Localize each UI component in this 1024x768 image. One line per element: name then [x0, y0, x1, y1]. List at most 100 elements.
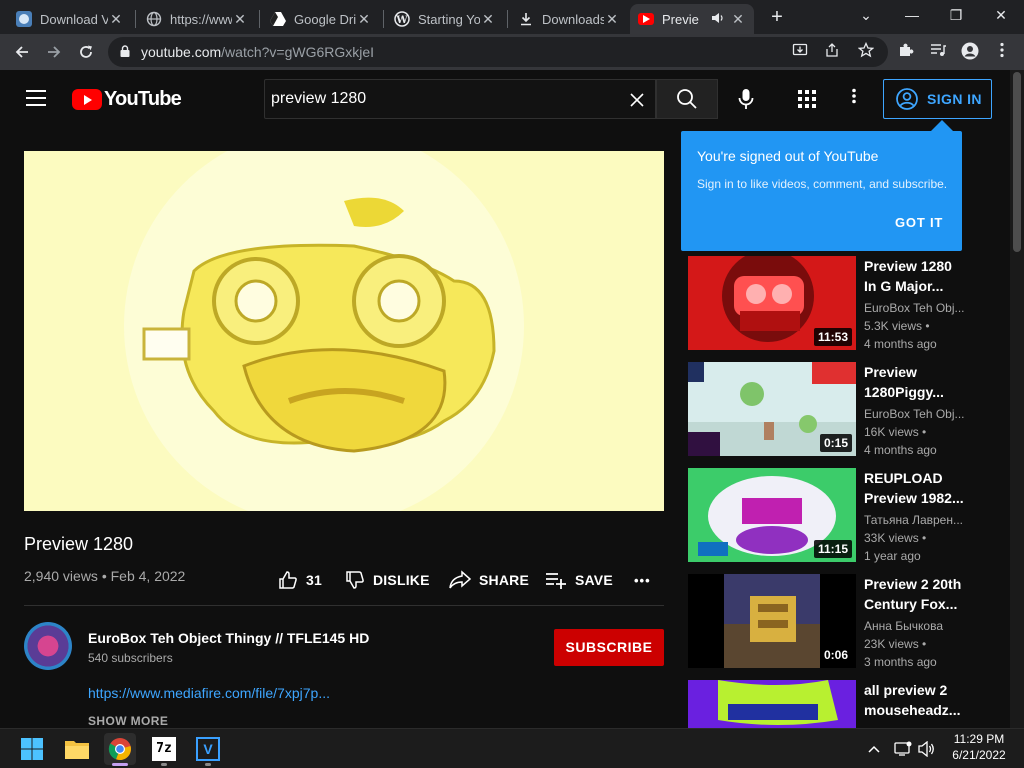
channel-name[interactable]: EuroBox Teh Object Thingy // TFLE145 HD: [88, 630, 369, 646]
video-thumbnail[interactable]: 0:06: [688, 574, 856, 668]
video-thumbnail[interactable]: 0:15: [688, 362, 856, 456]
scrollbar-thumb[interactable]: [1013, 72, 1021, 252]
vscode-icon[interactable]: V: [192, 733, 224, 766]
recommendation-item[interactable]: 0:06 Preview 2 20th Century Fox... Анна …: [688, 574, 1008, 669]
system-clock[interactable]: 11:29 PM 6/21/2022: [944, 731, 1014, 763]
signed-out-tooltip: You're signed out of YouTube Sign in to …: [681, 120, 962, 251]
recommendation-item[interactable]: all preview 2 mouseheadz...: [688, 680, 1008, 728]
page-scrollbar[interactable]: [1010, 70, 1024, 728]
wordpress-icon: W: [394, 11, 410, 27]
close-icon[interactable]: ✕: [232, 11, 248, 28]
sign-in-button[interactable]: SIGN IN: [883, 79, 992, 119]
globe-icon: [146, 11, 162, 27]
show-more-button[interactable]: SHOW MORE: [88, 714, 168, 726]
share-arrow-icon: [449, 570, 471, 589]
dislike-button[interactable]: DISLIKE: [345, 570, 430, 590]
chevron-up-icon[interactable]: [868, 741, 880, 756]
forward-arrow-icon: [48, 46, 61, 58]
network-icon[interactable]: [894, 741, 912, 760]
youtube-logo[interactable]: YouTube: [72, 88, 182, 111]
video-thumbnail[interactable]: 11:53: [688, 256, 856, 350]
video-thumbnail[interactable]: 11:15: [688, 468, 856, 562]
settings-menu-icon[interactable]: [848, 88, 860, 104]
video-player[interactable]: [24, 151, 664, 511]
url-text: youtube.com/watch?v=gWG6RGxkjeI: [141, 44, 375, 60]
share-page-icon[interactable]: [822, 42, 842, 62]
bookmark-star-icon[interactable]: [856, 41, 876, 62]
close-icon[interactable]: ✕: [480, 11, 496, 28]
recommendation-item[interactable]: 11:15 REUPLOAD Preview 1982... Татьяна Л…: [688, 468, 1008, 563]
maximize-button[interactable]: ❐: [933, 0, 979, 30]
media-control-icon[interactable]: [928, 42, 948, 62]
close-icon[interactable]: ✕: [356, 11, 372, 28]
profile-icon[interactable]: [960, 42, 980, 62]
tab-divider: [507, 10, 508, 28]
like-button[interactable]: 31: [278, 570, 322, 590]
windows-taskbar: 7z V 11:29 PM 6/21/2022: [0, 728, 1024, 768]
share-button[interactable]: SHARE: [449, 570, 529, 590]
tab-download[interactable]: Download V ✕: [8, 4, 132, 34]
channel-avatar[interactable]: [24, 622, 72, 670]
chrome-icon[interactable]: [104, 733, 136, 766]
app-indicator: [161, 763, 167, 766]
video-frame-image: [24, 151, 664, 511]
install-app-icon[interactable]: [790, 42, 810, 62]
search-button[interactable]: [656, 79, 718, 119]
close-icon[interactable]: ✕: [730, 11, 746, 28]
youtube-header: YouTube preview 1280 SIGN IN: [0, 70, 1010, 128]
more-actions-button[interactable]: •••: [634, 570, 651, 590]
tab-youtube-active[interactable]: Previe ✕: [630, 4, 754, 34]
tab-divider: [259, 10, 260, 28]
microphone-icon[interactable]: [736, 88, 756, 110]
back-button[interactable]: [8, 38, 36, 66]
tab-https[interactable]: https://www ✕: [138, 4, 256, 34]
description-link[interactable]: https://www.mediafire.com/file/7xpj7p...: [88, 685, 330, 701]
account-icon: [896, 88, 918, 110]
forward-button[interactable]: [40, 38, 68, 66]
start-icon[interactable]: [16, 733, 48, 765]
apps-grid-icon[interactable]: [798, 90, 816, 108]
got-it-button[interactable]: GOT IT: [895, 215, 943, 230]
thumbs-up-icon: [279, 571, 297, 589]
subscriber-count: 540 subscribers: [88, 651, 173, 665]
volume-icon[interactable]: [918, 740, 936, 760]
address-bar[interactable]: youtube.com/watch?v=gWG6RGxkjeI: [108, 37, 888, 67]
recommendation-item[interactable]: 11:53 Preview 1280 In G Major... EuroBox…: [688, 256, 1008, 351]
youtube-play-icon: [72, 89, 102, 110]
browser-menu-icon[interactable]: [992, 42, 1012, 62]
youtube-icon: [638, 13, 654, 25]
close-window-button[interactable]: ✕: [978, 0, 1024, 30]
active-app-indicator: [112, 763, 128, 766]
lock-icon: [120, 45, 130, 57]
subscribe-button[interactable]: SUBSCRIBE: [554, 629, 664, 666]
video-thumbnail[interactable]: [688, 680, 856, 728]
recommendation-item[interactable]: 0:15 Preview 1280Piggy... EuroBox Teh Ob…: [688, 362, 1008, 457]
app-icon: [16, 11, 32, 27]
save-button[interactable]: SAVE: [545, 570, 613, 590]
file-explorer-icon[interactable]: [61, 733, 93, 765]
divider: [24, 605, 664, 606]
clear-search-icon[interactable]: [629, 88, 645, 114]
tooltip-body: Sign in to like videos, comment, and sub…: [697, 177, 948, 191]
tab-divider: [135, 10, 136, 28]
7zip-icon[interactable]: 7z: [148, 733, 180, 766]
tab-google-drive[interactable]: Google Dri ✕: [262, 4, 380, 34]
minimize-button[interactable]: —: [889, 0, 935, 30]
app-indicator: [205, 763, 211, 766]
reload-button[interactable]: [72, 38, 100, 66]
tab-downloads[interactable]: Downloads ✕: [510, 4, 628, 34]
speaker-icon[interactable]: [712, 12, 724, 27]
video-meta: 2,940 views • Feb 4, 2022: [24, 568, 186, 584]
close-icon[interactable]: ✕: [604, 11, 620, 28]
tab-divider: [383, 10, 384, 28]
tab-search-button[interactable]: ⌄: [843, 0, 889, 30]
download-icon: [518, 11, 534, 27]
close-icon[interactable]: ✕: [108, 11, 124, 28]
new-tab-button[interactable]: +: [765, 6, 789, 30]
video-title: Preview 1280: [24, 534, 134, 554]
extensions-puzzle-icon[interactable]: [896, 42, 916, 62]
thumbs-down-icon: [346, 571, 364, 589]
hamburger-menu-icon[interactable]: [26, 90, 46, 106]
tab-starting[interactable]: W Starting Yo ✕: [386, 4, 504, 34]
search-input[interactable]: preview 1280: [264, 79, 656, 119]
